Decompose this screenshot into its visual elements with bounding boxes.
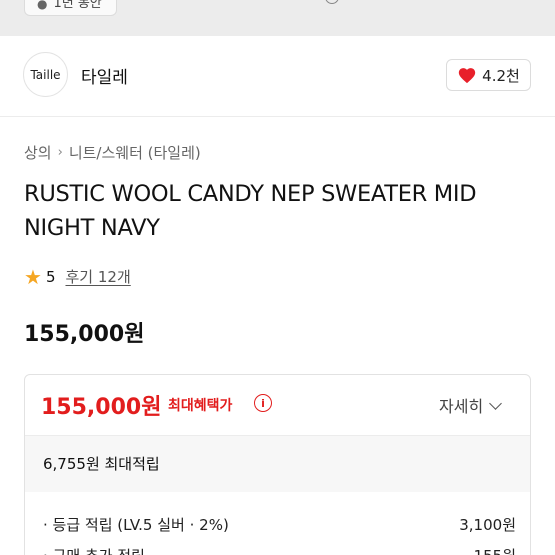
points-detail-label: · 등급 적립 (LV.5 실버 · 2%) bbox=[43, 516, 229, 534]
top-chip-label: 1년 동안 bbox=[53, 0, 102, 11]
top-handle-icon bbox=[325, 0, 339, 4]
points-detail-row: · 등급 적립 (LV.5 실버 · 2%) 3,100원 bbox=[43, 514, 516, 535]
rating-row: ★ 5 후기 12개 bbox=[24, 266, 131, 287]
top-chip[interactable]: ● 1년 동안 bbox=[24, 0, 117, 16]
max-benefit-label: 최대혜택가 bbox=[168, 398, 233, 414]
brand-name[interactable]: 타일레 bbox=[81, 63, 128, 88]
benefit-box: 155,000원 최대혜택가 i 자세히 6,755원 최대적립 · 등급 적립… bbox=[24, 374, 531, 555]
product-price: 155,000원 bbox=[24, 322, 145, 347]
info-icon[interactable]: i bbox=[254, 394, 272, 412]
brand-logo[interactable]: Taille bbox=[23, 52, 68, 97]
rating-score: 5 bbox=[45, 267, 56, 286]
chevron-right-icon: › bbox=[57, 145, 63, 160]
brand-row: Taille 타일레 4.2천 bbox=[0, 36, 555, 116]
detail-label: 자세히 bbox=[439, 397, 484, 416]
like-button[interactable]: 4.2천 bbox=[446, 59, 531, 91]
benefit-header: 155,000원 최대혜택가 i 자세히 bbox=[25, 375, 530, 435]
chip-icon: ● bbox=[37, 0, 48, 11]
points-detail-row: · 구매 추가 적립 155원 bbox=[43, 545, 516, 555]
detail-toggle[interactable]: 자세히 bbox=[439, 393, 503, 417]
breadcrumb-item-1[interactable]: 상의 bbox=[24, 142, 52, 163]
review-link[interactable]: 후기 12개 bbox=[65, 266, 130, 287]
star-icon: ★ bbox=[24, 264, 42, 289]
breadcrumb: 상의 › 니트/스웨터 (타일레) bbox=[24, 142, 201, 163]
brand-logo-text: Taille bbox=[30, 67, 61, 82]
breadcrumb-item-2[interactable]: 니트/스웨터 (타일레) bbox=[69, 142, 201, 163]
heart-icon bbox=[458, 68, 476, 84]
max-points: 6,755원 최대적립 bbox=[43, 455, 160, 473]
points-detail-value: 155원 bbox=[474, 545, 516, 555]
benefit-price: 155,000원 bbox=[41, 395, 162, 420]
points-row: 6,755원 최대적립 bbox=[25, 436, 530, 492]
brand-divider bbox=[0, 116, 555, 117]
points-detail-value: 3,100원 bbox=[459, 516, 516, 534]
chevron-down-icon bbox=[489, 396, 503, 410]
points-detail-label: · 구매 추가 적립 bbox=[43, 545, 145, 555]
product-title: RUSTIC WOOL CANDY NEP SWEATER MID NIGHT … bbox=[24, 181, 477, 241]
top-strip: ● 1년 동안 bbox=[0, 0, 555, 36]
like-count: 4.2천 bbox=[482, 66, 520, 85]
